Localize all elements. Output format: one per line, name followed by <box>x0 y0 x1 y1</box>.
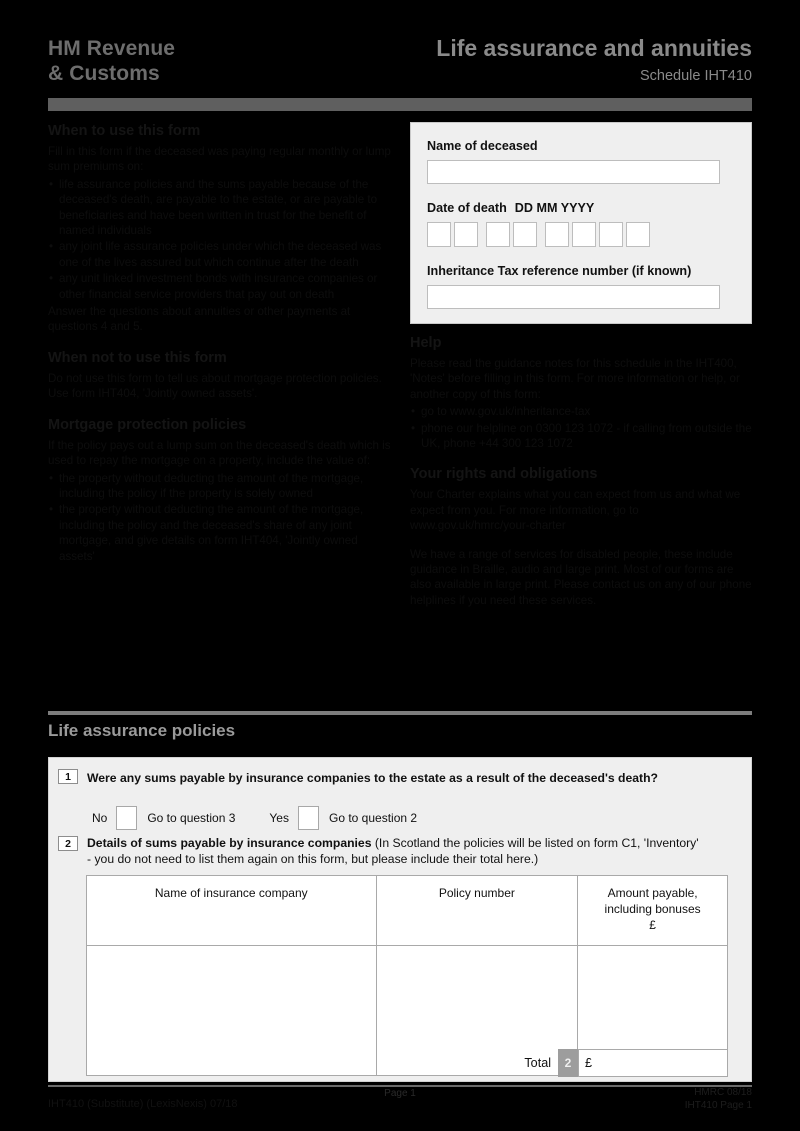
total-box-number-badge: 2 <box>558 1049 578 1077</box>
question-1-no-goto: Go to question 3 <box>147 811 236 825</box>
date-digit-box[interactable] <box>545 222 569 247</box>
amount-header-line-1: Amount payable, <box>607 886 698 900</box>
rights-heading: Your rights and obligations <box>410 466 598 483</box>
amount-header-currency: £ <box>649 918 656 932</box>
help-bullets: go to www.gov.uk/inheritance-tax phone o… <box>410 404 755 451</box>
when-not-to-use-text: Do not use this form to tell us about mo… <box>48 371 382 401</box>
question-2: 2 Details of sums payable by insurance co… <box>58 836 748 867</box>
brand-line-2: & Customs <box>48 62 160 85</box>
list-item: any unit linked investment bonds with in… <box>48 271 393 302</box>
date-digit-box[interactable] <box>599 222 623 247</box>
question-1-yes-checkbox[interactable] <box>297 806 319 830</box>
rights-text: Your Charter explains what you can expec… <box>410 488 741 533</box>
date-digit-box[interactable] <box>486 222 510 247</box>
date-of-death-boxes[interactable] <box>427 222 735 247</box>
question-2-note-line-2: - you do not need to list them again on … <box>87 851 539 866</box>
when-to-use-bullets: life assurance policies and the sums pay… <box>48 177 393 302</box>
mortgage-heading: Mortgage protection policies <box>48 416 247 433</box>
question-2-number: 2 <box>58 836 78 851</box>
question-2-text: Details of sums payable by insurance com… <box>87 836 727 867</box>
question-1-no-checkbox[interactable] <box>116 806 138 830</box>
footer-left-text: IHT410 (Substitute) (LexisNexis) 07/18 <box>48 1098 238 1110</box>
date-digit-box[interactable] <box>427 222 451 247</box>
help-intro: Please read the guidance notes for this … <box>410 357 740 401</box>
mortgage-bullets: the property without deducting the amoun… <box>48 471 393 564</box>
iht-reference-label: Inheritance Tax reference number (if kno… <box>427 264 692 278</box>
question-1: 1 Were any sums payable by insurance comp… <box>58 769 748 830</box>
when-to-use-heading: When to use this form <box>48 123 201 139</box>
page-header: HM Revenue & Customs Life assurance and … <box>48 34 752 94</box>
total-row: Total 2 £ <box>86 1049 728 1077</box>
question-2-bold-text: Details of sums payable by insurance com… <box>87 836 372 850</box>
list-item: phone our helpline on 0300 123 1072 - if… <box>410 421 755 452</box>
footer-page-number: Page 1 <box>384 1088 416 1099</box>
right-instructions-column: Help Please read the guidance notes for … <box>410 334 755 610</box>
footer-right-text: HMRC 08/18 IHT410 Page 1 <box>685 1087 752 1112</box>
amount-header-line-2: including bonuses <box>604 902 701 916</box>
section-divider <box>48 711 752 715</box>
hmrc-logo: HM Revenue & Customs <box>48 36 175 86</box>
name-of-deceased-label: Name of deceased <box>427 139 538 153</box>
page-footer: IHT410 (Substitute) (LexisNexis) 07/18 P… <box>48 1087 752 1126</box>
question-1-answers: No Go to question 3 Yes Go to question 2 <box>92 806 748 830</box>
schedule-code: Schedule IHT410 <box>639 68 752 84</box>
list-item: the property without deducting the amoun… <box>48 471 393 502</box>
total-label: Total <box>524 1056 551 1070</box>
life-assurance-form-panel: 1 Were any sums payable by insurance comp… <box>48 757 752 1082</box>
left-instructions-column: When to use this form Fill in this form … <box>48 122 393 566</box>
page-title: Life assurance and annuities <box>436 35 752 61</box>
form-page: HM Revenue & Customs Life assurance and … <box>0 0 800 1131</box>
list-item: any joint life assurance policies under … <box>48 239 393 270</box>
section-title: Life assurance policies <box>48 721 236 740</box>
total-amount-field[interactable]: £ <box>578 1049 728 1077</box>
table-header: Name of insurance company Policy number … <box>86 875 728 946</box>
list-item: life assurance policies and the sums pay… <box>48 177 393 239</box>
deceased-details-panel: Name of deceased Date of death DD MM YYYY… <box>410 122 752 324</box>
question-2-note-line-1: (In Scotland the policies will be listed… <box>374 836 699 850</box>
question-1-number: 1 <box>58 769 78 784</box>
date-digit-box[interactable] <box>572 222 596 247</box>
footer-hmrc-code: HMRC 08/18 <box>694 1087 752 1098</box>
title-block: Life assurance and annuities Schedule IH… <box>436 34 752 84</box>
when-to-use-closing: Answer the questions about annuities or … <box>48 305 351 334</box>
list-item: go to www.gov.uk/inheritance-tax <box>410 404 755 420</box>
help-heading: Help <box>410 335 442 351</box>
date-of-death-text: Date of death <box>427 201 507 215</box>
total-spacer <box>86 1049 524 1077</box>
date-digit-box[interactable] <box>513 222 537 247</box>
insurance-policies-table: Name of insurance company Policy number … <box>86 875 728 1076</box>
question-1-no-label: No <box>92 811 108 825</box>
question-1-yes-goto: Go to question 2 <box>328 811 418 825</box>
date-digit-box[interactable] <box>626 222 650 247</box>
column-header-company: Name of insurance company <box>86 875 377 946</box>
brand-line-1: HM Revenue <box>48 37 176 60</box>
column-header-amount: Amount payable, including bonuses £ <box>577 875 728 946</box>
date-format-hint: DD MM YYYY <box>514 201 595 215</box>
column-header-policy-number: Policy number <box>375 875 579 946</box>
mortgage-intro: If the policy pays out a lump sum on the… <box>48 438 391 468</box>
list-item: the property without deducting the amoun… <box>48 502 393 564</box>
date-of-death-label: Date of death DD MM YYYY <box>427 201 735 215</box>
rights-extra-text: We have a range of services for disabled… <box>410 547 752 607</box>
question-1-text: Were any sums payable by insurance compa… <box>87 771 658 785</box>
date-digit-box[interactable] <box>454 222 478 247</box>
when-not-to-use-heading: When not to use this form <box>48 349 227 366</box>
footer-rule <box>48 1085 752 1087</box>
footer-form-code: IHT410 Page 1 <box>684 1099 752 1111</box>
header-rule <box>48 98 752 111</box>
question-1-yes-label: Yes <box>269 811 289 825</box>
iht-reference-input[interactable] <box>427 285 720 309</box>
when-to-use-intro: Fill in this form if the deceased was pa… <box>48 145 391 174</box>
name-of-deceased-input[interactable] <box>427 160 720 184</box>
table-header-row: Name of insurance company Policy number … <box>86 875 728 946</box>
